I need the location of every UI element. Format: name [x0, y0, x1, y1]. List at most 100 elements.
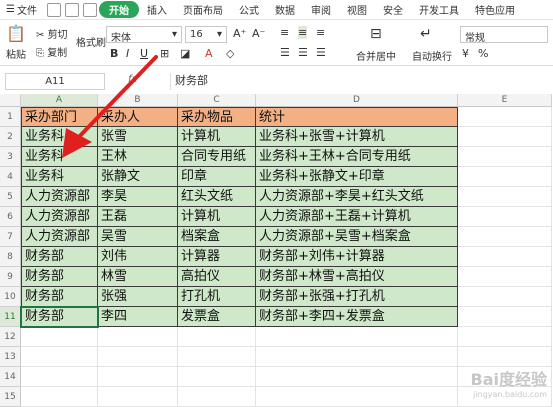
tab-formulas[interactable]: 公式: [231, 2, 267, 17]
percent-icon[interactable]: %: [478, 47, 488, 60]
formula-input[interactable]: 财务部: [170, 73, 550, 90]
table-header-cell[interactable]: 统计: [256, 107, 458, 127]
table-cell[interactable]: 发票盒: [178, 307, 256, 327]
column-header-e[interactable]: E: [458, 94, 552, 107]
table-cell[interactable]: 人力资源部: [21, 207, 98, 227]
empty-cell[interactable]: [458, 167, 552, 187]
align-right-icon[interactable]: ☰: [316, 46, 326, 59]
fx-icon[interactable]: fx: [128, 74, 137, 85]
font-size-select[interactable]: 16 ▾: [185, 26, 227, 43]
table-cell[interactable]: 财务部: [21, 307, 98, 327]
table-cell[interactable]: 吴雪: [98, 227, 178, 247]
table-cell[interactable]: 人力资源部: [21, 227, 98, 247]
row-header[interactable]: 7: [0, 227, 21, 247]
table-cell[interactable]: 印章: [178, 167, 256, 187]
empty-cell[interactable]: [178, 387, 256, 407]
wrap-text-button[interactable]: 自动换行: [412, 48, 452, 63]
table-cell[interactable]: 张强: [98, 287, 178, 307]
table-cell[interactable]: 刘伟: [98, 247, 178, 267]
tab-home[interactable]: 开始: [99, 1, 139, 18]
table-cell[interactable]: 李四: [98, 307, 178, 327]
row-header[interactable]: 13: [0, 347, 21, 367]
tab-special[interactable]: 特色应用: [467, 2, 523, 17]
column-header-b[interactable]: B: [98, 94, 178, 107]
table-cell[interactable]: 财务部+李四+发票盒: [256, 307, 458, 327]
empty-cell[interactable]: [178, 347, 256, 367]
table-cell[interactable]: 林雪: [98, 267, 178, 287]
file-menu[interactable]: ☰ 文件: [0, 2, 45, 17]
fill-color-icon[interactable]: ◪: [180, 47, 190, 60]
align-bottom-icon[interactable]: ≡: [316, 26, 325, 39]
clear-format-icon[interactable]: ◇: [226, 47, 234, 60]
align-left-icon[interactable]: ☰: [280, 46, 290, 59]
empty-cell[interactable]: [458, 327, 552, 347]
table-cell[interactable]: 业务科+王林+合同专用纸: [256, 147, 458, 167]
table-cell[interactable]: 计算机: [178, 127, 256, 147]
empty-cell[interactable]: [21, 367, 98, 387]
table-cell[interactable]: 业务科: [21, 167, 98, 187]
empty-cell[interactable]: [458, 287, 552, 307]
row-header[interactable]: 12: [0, 327, 21, 347]
tab-page-layout[interactable]: 页面布局: [175, 2, 231, 17]
paste-button[interactable]: 粘贴: [6, 46, 26, 61]
wrap-icon[interactable]: ↵: [420, 26, 432, 42]
align-middle-icon[interactable]: ≡: [298, 26, 307, 39]
table-cell[interactable]: 人力资源部+王磊+计算机: [256, 207, 458, 227]
table-cell[interactable]: 财务部+林雪+高拍仪: [256, 267, 458, 287]
table-cell[interactable]: 财务部+张强+打孔机: [256, 287, 458, 307]
empty-cell[interactable]: [98, 327, 178, 347]
empty-cell[interactable]: [21, 347, 98, 367]
format-painter-button[interactable]: 格式刷: [76, 34, 106, 49]
empty-cell[interactable]: [256, 327, 458, 347]
empty-cell[interactable]: [458, 207, 552, 227]
align-center-icon[interactable]: ☰: [298, 46, 308, 59]
tab-data[interactable]: 数据: [267, 2, 303, 17]
table-cell[interactable]: 财务部: [21, 267, 98, 287]
table-cell[interactable]: 财务部+刘伟+计算器: [256, 247, 458, 267]
bold-button[interactable]: B: [110, 47, 118, 60]
empty-cell[interactable]: [98, 367, 178, 387]
empty-cell[interactable]: [458, 127, 552, 147]
empty-cell[interactable]: [256, 387, 458, 407]
empty-cell[interactable]: [21, 387, 98, 407]
row-header[interactable]: 5: [0, 187, 21, 207]
tab-insert[interactable]: 插入: [139, 2, 175, 17]
table-cell[interactable]: 档案盒: [178, 227, 256, 247]
empty-cell[interactable]: [458, 267, 552, 287]
font-color-icon[interactable]: A: [205, 47, 213, 60]
table-cell[interactable]: 王林: [98, 147, 178, 167]
row-header[interactable]: 8: [0, 247, 21, 267]
column-header-c[interactable]: C: [178, 94, 256, 107]
empty-cell[interactable]: [178, 327, 256, 347]
font-name-select[interactable]: 宋体 ▾: [106, 26, 182, 43]
increase-font-icon[interactable]: A⁺: [233, 27, 246, 40]
table-cell[interactable]: 打孔机: [178, 287, 256, 307]
empty-cell[interactable]: [458, 227, 552, 247]
row-header[interactable]: 1: [0, 107, 21, 127]
empty-cell[interactable]: [256, 367, 458, 387]
merge-icon[interactable]: ⊟: [370, 26, 382, 42]
row-header[interactable]: 2: [0, 127, 21, 147]
row-header[interactable]: 4: [0, 167, 21, 187]
tab-review[interactable]: 审阅: [303, 2, 339, 17]
table-cell[interactable]: 人力资源部+李昊+红头文纸: [256, 187, 458, 207]
table-cell[interactable]: 高拍仪: [178, 267, 256, 287]
select-all-corner[interactable]: [0, 94, 21, 107]
column-header-d[interactable]: D: [256, 94, 458, 107]
row-header[interactable]: 3: [0, 147, 21, 167]
column-header-a[interactable]: A: [21, 94, 98, 107]
table-cell[interactable]: 合同专用纸: [178, 147, 256, 167]
table-cell[interactable]: 李昊: [98, 187, 178, 207]
empty-cell[interactable]: [178, 367, 256, 387]
print-icon[interactable]: [65, 3, 79, 17]
table-cell[interactable]: 王磊: [98, 207, 178, 227]
tab-developer[interactable]: 开发工具: [411, 2, 467, 17]
table-cell[interactable]: 红头文纸: [178, 187, 256, 207]
table-header-cell[interactable]: 采办人: [98, 107, 178, 127]
italic-button[interactable]: I: [126, 47, 129, 60]
table-header-cell[interactable]: 采办物品: [178, 107, 256, 127]
table-cell[interactable]: 张静文: [98, 167, 178, 187]
empty-cell[interactable]: [458, 347, 552, 367]
table-cell[interactable]: 人力资源部: [21, 187, 98, 207]
row-header[interactable]: 9: [0, 267, 21, 287]
